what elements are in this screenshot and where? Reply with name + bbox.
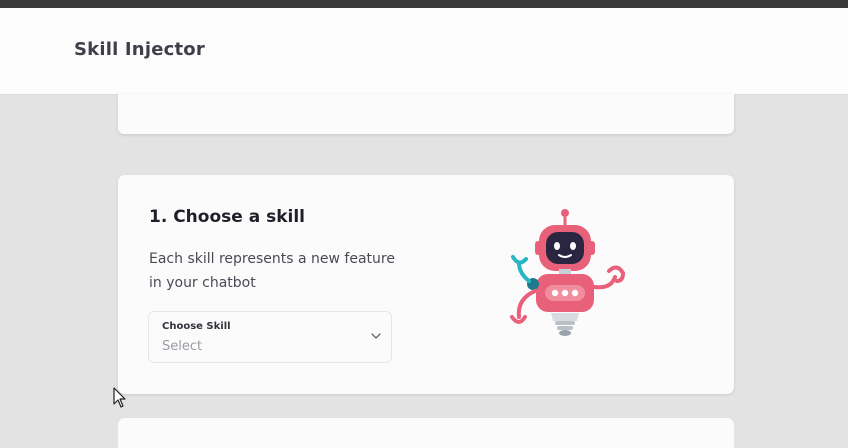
chevron-down-icon xyxy=(371,333,381,339)
mouse-pointer-icon xyxy=(113,387,126,408)
choose-skill-card: 1. Choose a skill Each skill represents … xyxy=(118,175,734,394)
app-title: Skill Injector xyxy=(74,39,205,60)
next-card xyxy=(118,418,734,448)
select-label: Choose Skill xyxy=(162,321,231,332)
step-description: Each skill represents a new feature in y… xyxy=(149,251,395,291)
step-title: 1. Choose a skill xyxy=(149,207,306,227)
choose-skill-select[interactable]: Choose Skill Select xyxy=(148,311,392,363)
robot-illustration-icon xyxy=(510,209,626,336)
select-placeholder: Select xyxy=(162,339,203,354)
previous-card xyxy=(118,94,734,134)
browser-top-bar xyxy=(0,0,848,8)
app-header: Skill Injector xyxy=(0,8,848,95)
